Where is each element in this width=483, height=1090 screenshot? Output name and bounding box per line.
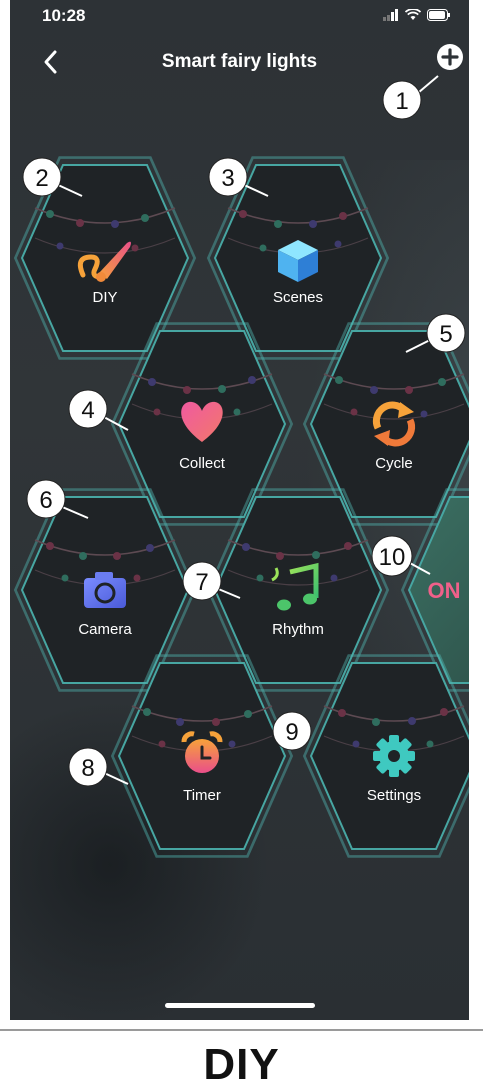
tile-label-rhythm: Rhythm (272, 621, 324, 638)
tile-label-collect: Collect (179, 455, 226, 472)
tile-rhythm[interactable]: Rhythm (207, 488, 389, 692)
nav-bar: Smart fairy lights (10, 40, 469, 84)
status-bar: 10:28 (10, 0, 469, 34)
tile-camera[interactable]: Camera (14, 488, 196, 692)
status-icons (383, 9, 451, 21)
callout-1-number: 1 (395, 88, 408, 115)
power-on-label: ON (428, 578, 461, 603)
plus-icon (437, 44, 463, 70)
wifi-icon (405, 9, 421, 20)
tile-settings[interactable]: Settings (303, 654, 469, 858)
callout-4-number: 4 (81, 397, 94, 424)
tile-label-diy: DIY (92, 289, 117, 306)
status-time: 10:28 (42, 6, 86, 25)
app-screen: 10:28 Smart fairy lights DIY Scenes Coll… (10, 0, 469, 1020)
home-indicator[interactable] (165, 1003, 315, 1008)
tile-label-settings: Settings (367, 787, 421, 804)
callout-10-number: 10 (379, 544, 406, 571)
add-button[interactable] (433, 40, 467, 74)
tile-timer[interactable]: Timer (111, 654, 293, 858)
signal-icon (383, 9, 398, 21)
callout-9: 9 (272, 711, 312, 751)
callout-6-number: 6 (39, 487, 52, 514)
figure-caption: DIY (203, 1040, 280, 1089)
callout-5-number: 5 (439, 321, 452, 348)
page-title: Smart fairy lights (161, 51, 318, 72)
callout-8-number: 8 (81, 755, 94, 782)
tile-label-timer: Timer (183, 787, 221, 804)
callout-10: 10 (371, 535, 431, 577)
gear-icon (373, 735, 415, 777)
battery-icon (427, 9, 450, 21)
honeycomb-grid: DIY Scenes Collect Cycle Camera Rhythm O… (14, 75, 469, 858)
tile-power-on[interactable]: ON (401, 488, 469, 692)
tile-collect[interactable]: Collect (111, 322, 293, 526)
callout-7-number: 7 (195, 569, 208, 596)
caption-divider (0, 1029, 483, 1031)
tile-label-cycle: Cycle (375, 455, 413, 472)
callout-2-number: 2 (35, 165, 48, 192)
callout-9-number: 9 (285, 719, 298, 746)
callout-3-number: 3 (221, 165, 234, 192)
tile-label-camera: Camera (78, 621, 132, 638)
tile-label-scenes: Scenes (273, 289, 323, 306)
